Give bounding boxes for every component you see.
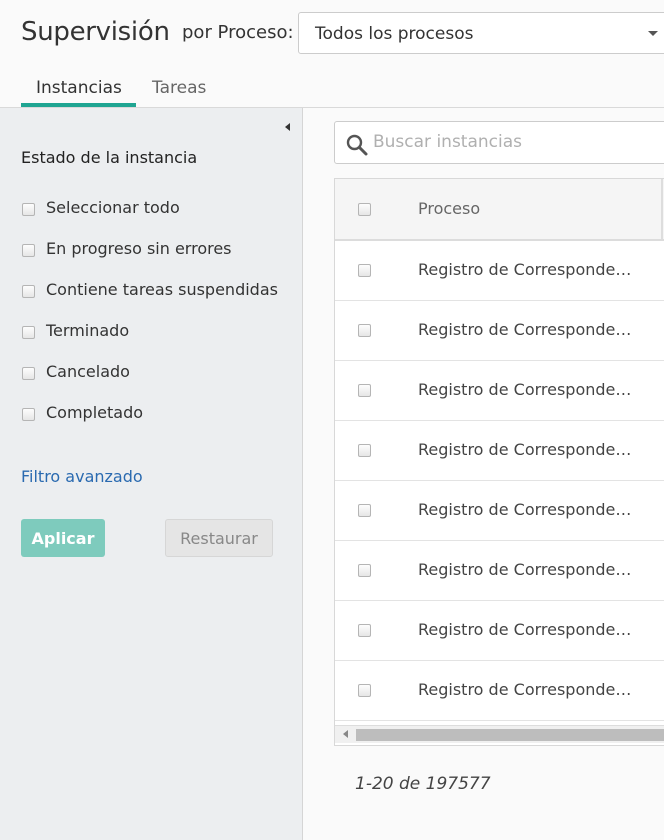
reset-button[interactable]: Restaurar [165, 519, 273, 557]
checkbox[interactable] [22, 326, 35, 339]
advanced-filter-link[interactable]: Filtro avanzado [21, 467, 143, 486]
checkbox[interactable] [22, 203, 35, 216]
proceso-cell: Registro de Correspondencia [418, 560, 640, 579]
sidebar-heading: Estado de la instancia [21, 148, 198, 167]
filter-label: Cancelado [46, 362, 130, 381]
table-row[interactable]: Registro de Correspondencia [335, 541, 664, 601]
filter-suspended[interactable]: Contiene tareas suspendidas [21, 279, 291, 303]
proceso-cell: Registro de Correspondencia [418, 620, 640, 639]
row-checkbox[interactable] [358, 384, 371, 397]
proceso-cell: Registro de Correspondencia [418, 380, 640, 399]
proceso-cell: Registro de Correspondencia [418, 260, 640, 279]
process-select-value: Todos los procesos [315, 24, 474, 44]
filter-in-progress[interactable]: En progreso sin errores [21, 238, 291, 262]
checkbox[interactable] [22, 244, 35, 257]
checkbox[interactable] [22, 367, 35, 380]
active-tab-indicator [21, 103, 136, 107]
filter-completed[interactable]: Completado [21, 402, 291, 426]
row-checkbox[interactable] [358, 264, 371, 277]
chevron-down-icon[interactable] [648, 31, 658, 36]
process-select[interactable]: Todos los procesos [298, 12, 664, 54]
row-checkbox[interactable] [358, 684, 371, 697]
table-row[interactable]: Registro de Correspondencia [335, 481, 664, 541]
instances-table: Proceso Registro de Correspondencia Regi… [334, 178, 664, 746]
filter-label: Contiene tareas suspendidas [46, 280, 278, 299]
filter-label: En progreso sin errores [46, 239, 232, 258]
row-checkbox[interactable] [358, 444, 371, 457]
filter-label: Seleccionar todo [46, 198, 180, 217]
filter-select-all[interactable]: Seleccionar todo [21, 197, 291, 221]
filter-cancelled[interactable]: Cancelado [21, 361, 291, 385]
apply-button[interactable]: Aplicar [21, 519, 105, 557]
proceso-cell: Registro de Correspondencia [418, 500, 640, 519]
filter-label: Completado [46, 403, 144, 422]
table-row[interactable]: Registro de Correspondencia [335, 421, 664, 481]
checkbox[interactable] [22, 408, 35, 421]
app-header: Supervisión por Proceso: Todos los proce… [0, 0, 664, 108]
proceso-cell: Registro de Correspondencia [418, 680, 640, 699]
filter-label: Terminado [46, 321, 130, 340]
search-icon [346, 134, 368, 156]
process-filter-label: por Proceso: [182, 22, 294, 43]
column-divider[interactable] [661, 179, 663, 239]
pagination-range: 1-20 de 197577 [355, 774, 491, 794]
select-all-rows-checkbox[interactable] [358, 203, 371, 216]
scroll-left-arrow-icon[interactable] [343, 730, 348, 738]
row-checkbox[interactable] [358, 564, 371, 577]
table-row[interactable]: Registro de Correspondencia [335, 601, 664, 661]
page-title: Supervisión [21, 17, 170, 47]
row-checkbox[interactable] [358, 324, 371, 337]
table-row[interactable]: Registro de Correspondencia [335, 361, 664, 421]
row-checkbox[interactable] [358, 504, 371, 517]
horizontal-scrollbar[interactable] [335, 725, 664, 743]
proceso-cell: Registro de Correspondencia [418, 320, 640, 339]
search-box[interactable] [334, 121, 664, 164]
row-checkbox[interactable] [358, 624, 371, 637]
table-row[interactable]: Registro de Correspondencia [335, 241, 664, 301]
proceso-cell: Registro de Correspondencia [418, 440, 640, 459]
column-header-proceso[interactable]: Proceso [418, 199, 480, 218]
search-input[interactable] [373, 132, 663, 152]
checkbox[interactable] [22, 285, 35, 298]
filter-sidebar: Estado de la instancia Seleccionar todo … [0, 108, 303, 840]
table-header: Proceso [335, 179, 664, 241]
table-row[interactable]: Registro de Correspondencia [335, 301, 664, 361]
table-row[interactable]: Registro de Correspondencia [335, 661, 664, 721]
filter-terminated[interactable]: Terminado [21, 320, 291, 344]
tab-tareas[interactable]: Tareas [152, 78, 206, 98]
collapse-sidebar-icon[interactable] [285, 123, 290, 131]
tab-instancias[interactable]: Instancias [36, 78, 122, 98]
scrollbar-thumb[interactable] [356, 729, 664, 741]
